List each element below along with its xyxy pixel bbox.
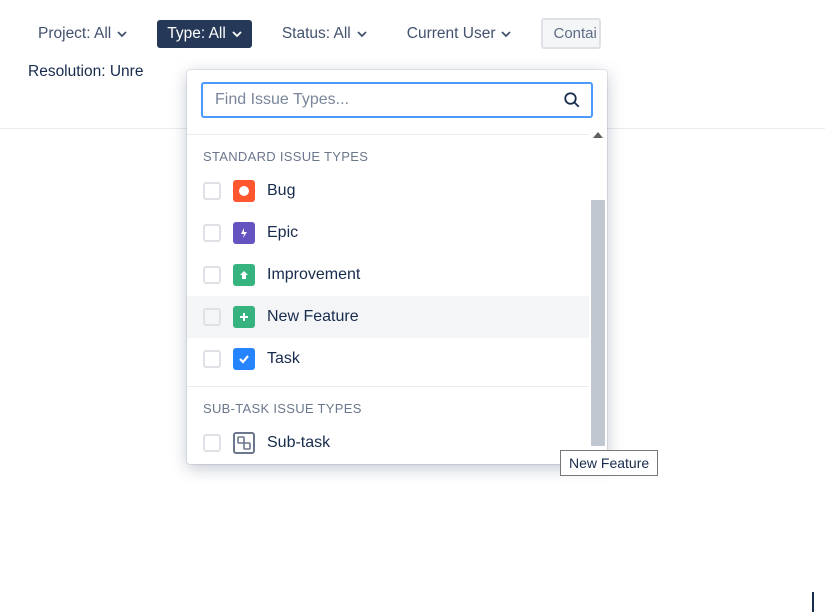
subtask-icon [233,432,255,454]
scroll-track[interactable] [591,142,605,446]
scroll-thumb[interactable] [591,200,605,446]
option-label: Improvement [267,266,360,284]
checkbox[interactable] [203,350,221,368]
chevron-down-icon [117,29,127,39]
new-feature-icon [233,306,255,328]
filter-type[interactable]: Type: All [157,20,252,48]
tooltip: New Feature [560,450,658,476]
checkbox[interactable] [203,434,221,452]
option-label: Bug [267,182,295,200]
contains-text-input[interactable]: Contai [541,18,601,49]
group-heading-standard: STANDARD ISSUE TYPES [187,135,589,170]
contains-text-label: Contai [553,25,596,42]
checkbox[interactable] [203,308,221,326]
filter-assignee[interactable]: Current User [397,20,522,48]
type-search-input[interactable] [213,90,563,110]
group-heading-subtask: SUB-TASK ISSUE TYPES [187,387,589,422]
checkbox[interactable] [203,224,221,242]
improvement-icon [233,264,255,286]
option-task[interactable]: Task [187,338,589,380]
option-subtask[interactable]: Sub-task [187,422,589,464]
filter-project[interactable]: Project: All [28,20,137,48]
type-search[interactable] [201,82,593,118]
option-improvement[interactable]: Improvement [187,254,589,296]
option-label: New Feature [267,308,359,326]
chevron-down-icon [501,29,511,39]
checkbox[interactable] [203,266,221,284]
scroll-up-arrow[interactable] [593,132,603,138]
filter-type-label: Type: All [167,25,226,43]
type-option-list: All Sub-Task Issue Types STANDARD ISSUE … [187,124,607,464]
type-dropdown-panel: All Sub-Task Issue Types STANDARD ISSUE … [187,70,607,464]
option-label: Sub-task [267,434,330,452]
checkbox[interactable] [203,182,221,200]
chevron-down-icon [357,29,367,39]
text-caret [812,592,814,612]
chevron-down-icon [232,29,242,39]
search-icon [563,91,581,109]
task-icon [233,348,255,370]
option-new-feature[interactable]: New Feature [187,296,589,338]
option-label: Epic [267,224,298,242]
filter-assignee-label: Current User [407,25,496,43]
option-bug[interactable]: Bug [187,170,589,212]
filter-resolution-label: Resolution: Unre [28,63,143,80]
filter-status-label: Status: All [282,25,351,43]
filter-project-label: Project: All [38,25,111,43]
option-all-subtask-types[interactable]: All Sub-Task Issue Types [187,124,589,128]
scrollbar[interactable] [591,132,605,456]
epic-icon [233,222,255,244]
bug-icon [233,180,255,202]
filter-status[interactable]: Status: All [272,20,377,48]
option-epic[interactable]: Epic [187,212,589,254]
option-label: Task [267,350,300,368]
filter-bar: Project: All Type: All Status: All Curre… [28,18,797,49]
